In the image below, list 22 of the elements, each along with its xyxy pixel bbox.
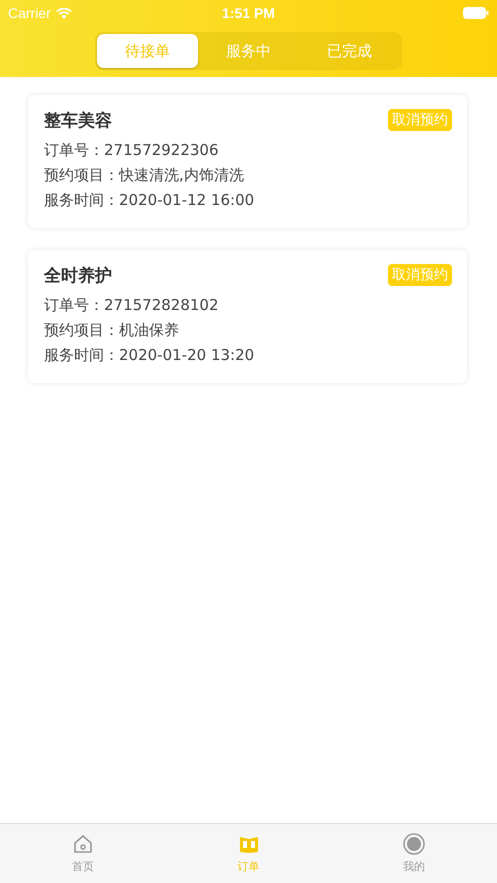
order-detail: 服务时间：2020-01-12 16:00 <box>44 190 256 211</box>
segment-tab[interactable]: 待接单 <box>97 34 198 68</box>
status-time: 1:51 PM <box>222 5 275 21</box>
battery-icon <box>462 7 489 19</box>
home-icon <box>72 833 94 855</box>
segment-tab[interactable]: 服务中 <box>198 34 299 68</box>
order-detail: 订单号：271572828102 <box>44 295 220 316</box>
order-title: 整车美容 <box>44 110 112 132</box>
order-detail: 服务时间：2020-01-20 13:20 <box>44 345 256 366</box>
order-detail: 订单号：271572922306 <box>44 140 220 161</box>
cancel-button[interactable]: 取消预约 <box>388 264 452 286</box>
carrier-label: Carrier <box>8 5 51 21</box>
order-detail: 预约项目：快速清洗,内饰清洗 <box>44 165 245 186</box>
tab-bar-item[interactable]: 首页 <box>0 824 166 883</box>
segment-tab[interactable]: 已完成 <box>299 34 400 68</box>
avatar-icon <box>403 833 426 855</box>
tab-bar-item[interactable]: 我的 <box>331 824 497 883</box>
tab-bar-item[interactable]: 订单 <box>166 824 332 883</box>
cancel-button[interactable]: 取消预约 <box>388 109 452 131</box>
wifi-icon <box>56 7 72 19</box>
order-title: 全时养护 <box>44 265 112 287</box>
order-detail: 预约项目：机油保养 <box>44 320 180 341</box>
